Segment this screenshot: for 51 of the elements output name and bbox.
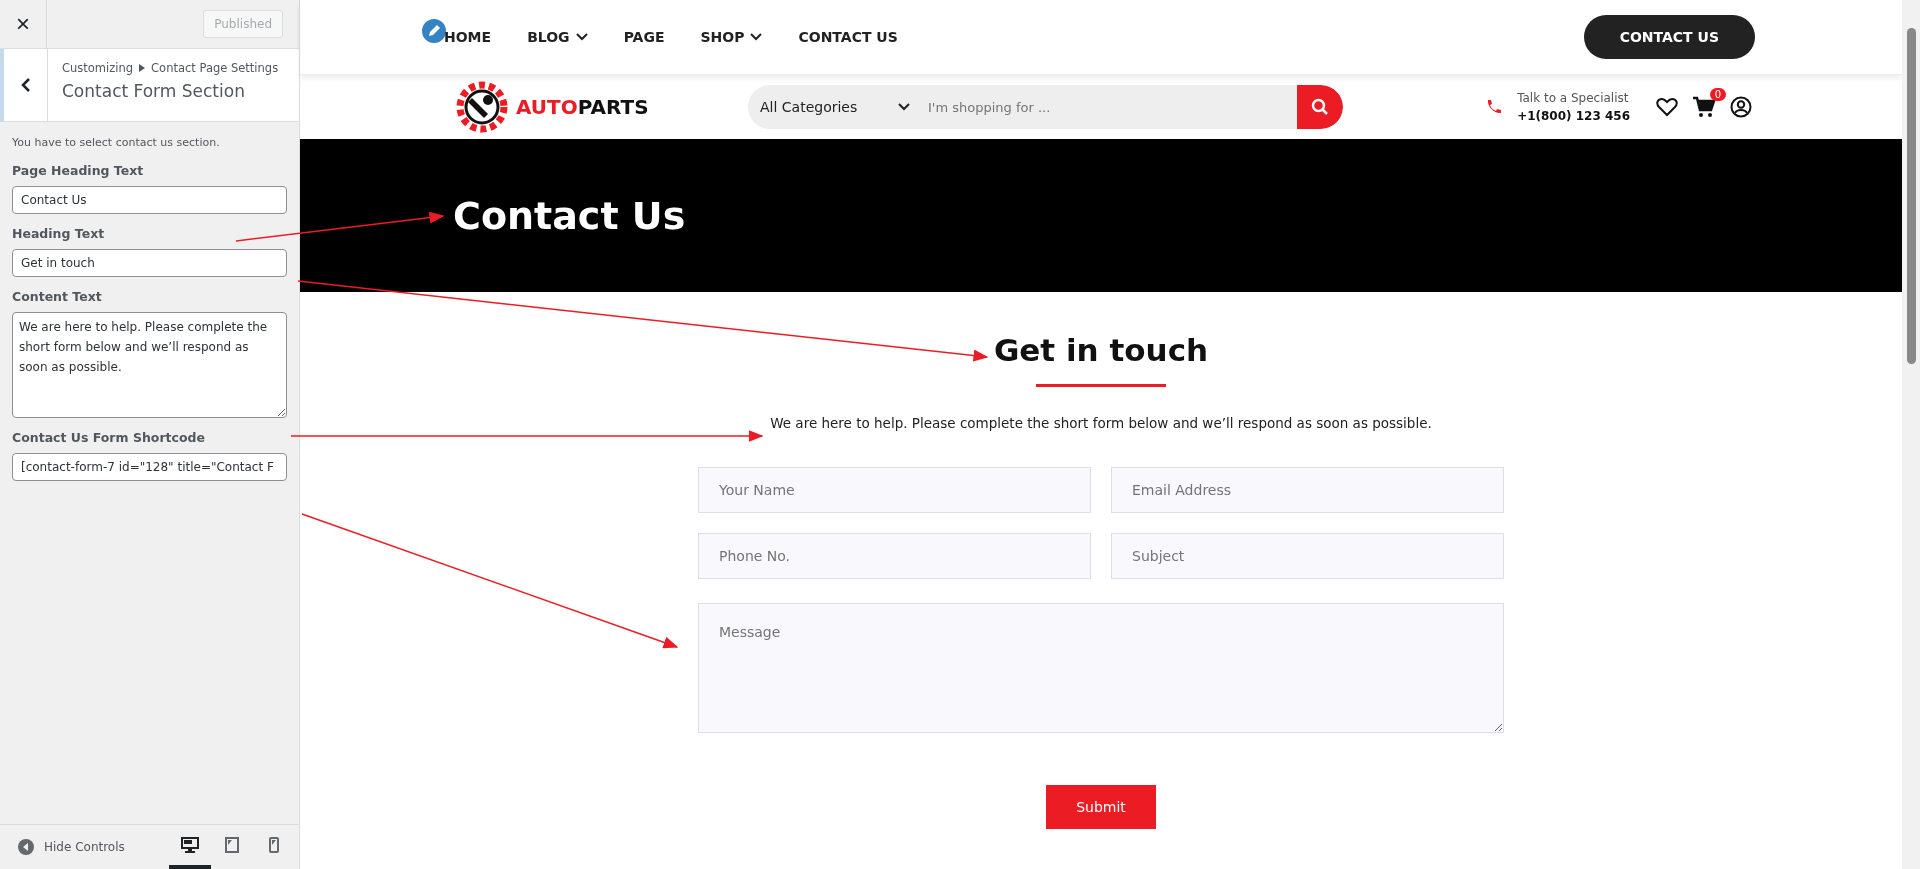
category-select[interactable]: All Categories [748,85,922,129]
chevron-down-icon [750,33,763,41]
nav-link[interactable]: BLOG [527,29,588,45]
chevron-down-icon [575,33,588,41]
section-title: Contact Form Section [62,81,246,101]
specialist-caption: Talk to a Specialist [1517,91,1630,105]
triangle-icon [139,64,146,72]
cart-icon[interactable] [1692,96,1716,118]
user-icon[interactable] [1730,96,1752,118]
text-field[interactable]: [contact-form-7 id="128" title="Contact F [12,453,287,481]
field-label: Content Text [12,289,103,304]
description-text: You have to select contact us section. [12,136,221,149]
field-label: Heading Text [12,226,106,241]
mobile-icon [269,837,279,853]
phone-icon [1485,98,1504,116]
phone-number: +1(800) 123 456 [1517,109,1630,123]
form-input-field[interactable]: Email Address [1111,467,1504,513]
content-text: We are here to help. Please complete the short form below and we’ll respond as soon as possible. [770,415,1432,431]
submit-button[interactable]: Submit [1046,785,1156,829]
field-label: Contact Us Form Shortcode [12,430,206,445]
search-icon [1311,98,1329,116]
banner-title: Contact Us [453,193,686,238]
textarea-field[interactable]: We are here to help. Please complete the short form below and we’ll respond as soon as possible. [12,312,287,418]
breadcrumb-text: Customizing [62,61,134,75]
chevron-left-icon [20,77,31,93]
text-field[interactable]: Get in touch [12,249,287,277]
form-input-field[interactable]: Subject [1111,533,1504,579]
desktop-icon [181,837,199,853]
form-input-field[interactable]: Phone No. [698,533,1091,579]
scrollbar[interactable] [1902,0,1920,869]
logo-text: AUTOPARTS [516,95,649,119]
search-bar[interactable]: All Categories I'm shopping for ... [748,85,1343,129]
nav-link[interactable]: CONTACT US [798,29,898,45]
close-button[interactable]: × [0,0,47,48]
nav-link[interactable]: HOME [444,29,492,45]
nav-link[interactable]: PAGE [623,29,665,45]
nav-link[interactable]: SHOP [700,29,763,45]
heart-icon[interactable] [1656,97,1678,117]
form-input-field[interactable]: Your Name [698,467,1091,513]
section-heading: Get in touch [993,332,1209,368]
breadcrumb-text: Contact Page Settings [151,61,279,75]
tablet-icon [225,837,239,853]
text-field[interactable]: Contact Us [12,186,287,214]
cart-count-badge: 0 [1709,88,1726,101]
field-label: Page Heading Text [12,163,145,178]
contact-us-button[interactable]: CONTACT US [1583,15,1755,59]
hide-controls-button[interactable]: Hide Controls [12,838,131,856]
collapse-icon [18,839,34,855]
message-field[interactable]: Message [698,603,1504,733]
search-button[interactable] [1297,85,1343,129]
chevron-down-icon [898,103,910,111]
